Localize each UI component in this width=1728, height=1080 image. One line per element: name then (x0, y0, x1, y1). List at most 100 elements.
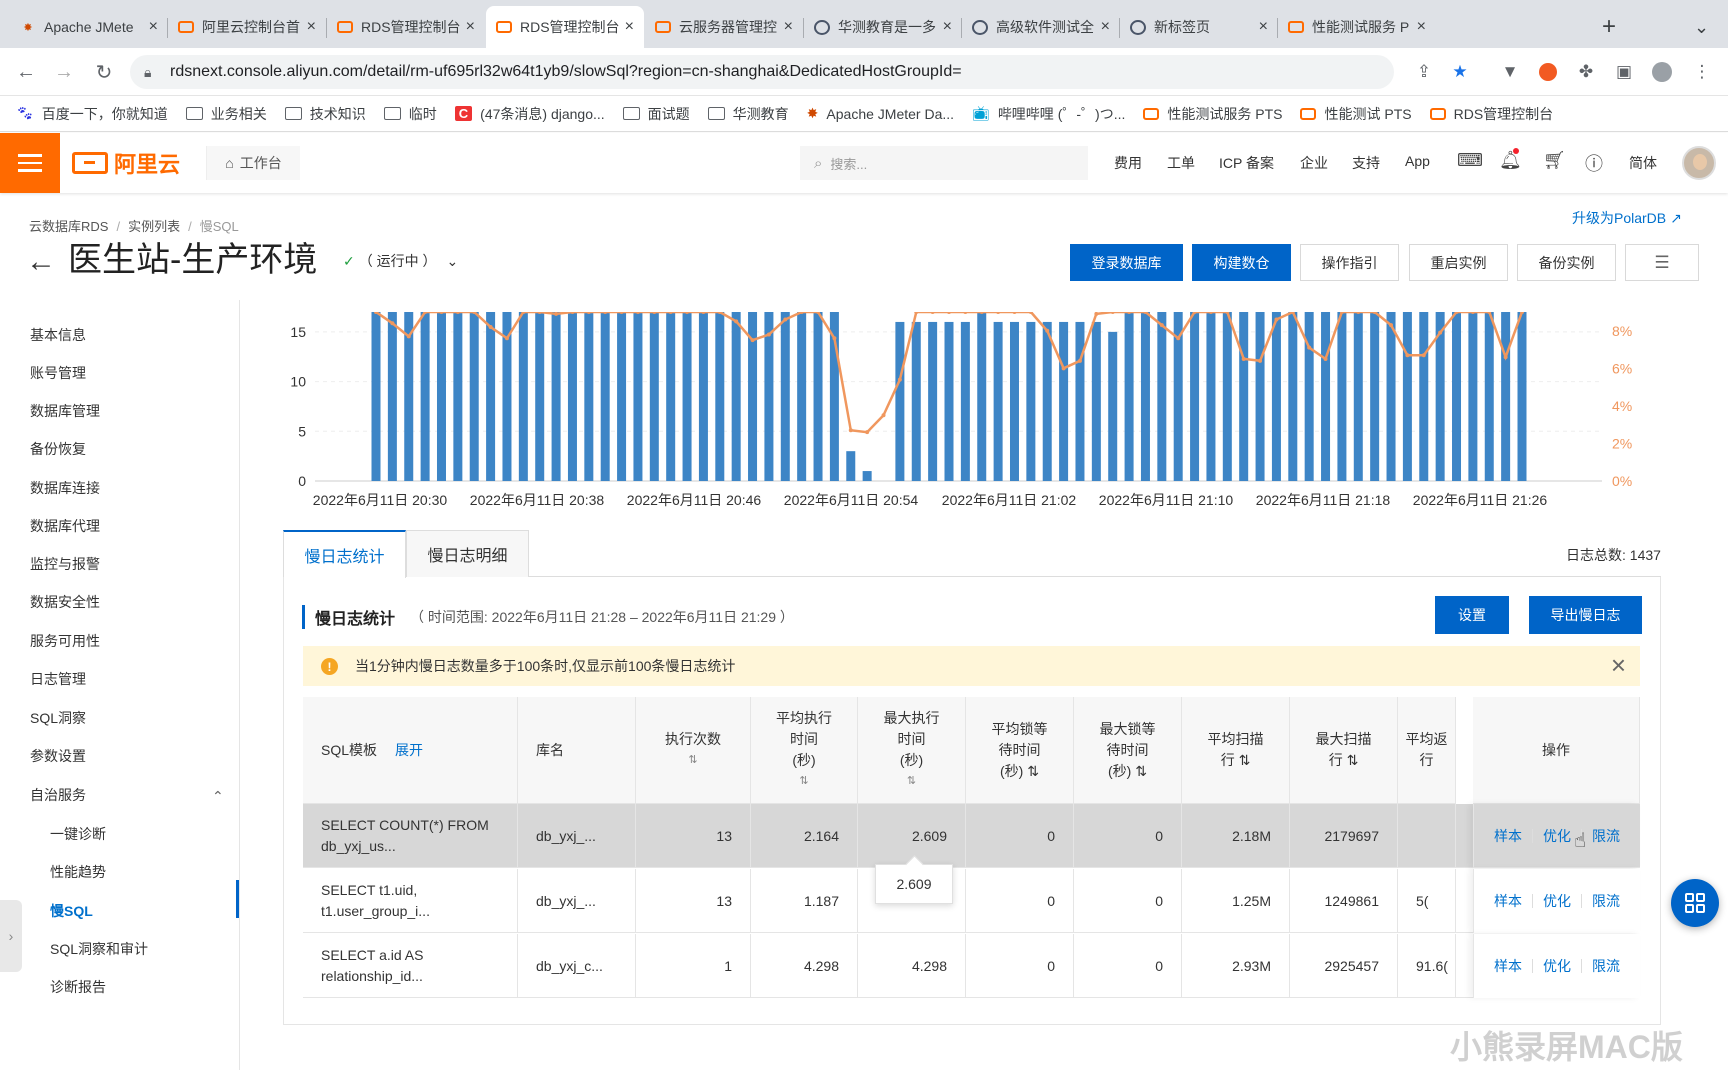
sidebar-item[interactable]: 数据库代理 (30, 516, 100, 536)
bell-icon[interactable]: 🔔︎ (1499, 148, 1522, 171)
sidebar-item[interactable]: SQL洞察 (30, 708, 86, 728)
table-row[interactable]: SELECT t1.uid, t1.user_group_i... db_yxj_… (303, 869, 1640, 933)
table-header[interactable]: 平均返行 (1398, 697, 1456, 804)
sort-icon[interactable]: ⇅ (799, 771, 808, 792)
table-header[interactable]: 平均扫描行 ⇅ (1182, 697, 1290, 804)
optimize-link[interactable]: 优化 (1543, 826, 1571, 847)
close-tab-icon[interactable]: × (149, 18, 158, 36)
address-bar[interactable]: 🔒︎ rdsnext.console.aliyun.com/detail/rm-… (130, 55, 1394, 89)
bookmark-item[interactable]: 📺︎ 哔哩哔哩 (゜-゜)つ... (972, 104, 1125, 124)
tab-slowlog-detail[interactable]: 慢日志明细 (406, 530, 529, 577)
language-switch[interactable]: 简体 (1629, 153, 1657, 173)
login-database-button[interactable]: 登录数据库 (1070, 244, 1183, 281)
bookmark-item[interactable]: ✸ Apache JMeter Da... (807, 105, 954, 122)
browser-tab[interactable]: 云服务器管理控 × (645, 6, 803, 48)
extension-v-icon[interactable]: ▼ (1496, 58, 1524, 86)
throttle-link[interactable]: 限流 (1592, 826, 1620, 847)
browser-tab[interactable]: ✸ Apache JMete × (10, 6, 168, 48)
throttle-link[interactable]: 限流 (1592, 891, 1620, 912)
nav-enterprise[interactable]: 企业 (1300, 153, 1328, 173)
optimize-link[interactable]: 优化 (1543, 891, 1571, 912)
table-row[interactable]: SELECT COUNT(*) FROM db_yxj_us... db_yxj_… (303, 804, 1640, 868)
share-icon[interactable]: ⇪ (1410, 58, 1438, 86)
bookmark-item[interactable]: 面试题 (622, 104, 690, 124)
sidebar-item[interactable]: 基本信息 (30, 325, 86, 345)
bookmark-item[interactable]: 华测教育 (707, 104, 789, 124)
sidebar-subitem[interactable]: 性能趋势 (50, 862, 106, 882)
puzzle-icon[interactable]: ✤ (1572, 58, 1600, 86)
sidebar-item[interactable]: 账号管理 (30, 363, 86, 383)
upgrade-polardb-link[interactable]: 升级为PolarDB ↗ (1572, 208, 1682, 228)
bookmark-item[interactable]: 性能测试服务 PTS (1143, 104, 1282, 124)
sample-link[interactable]: 样本 (1494, 956, 1522, 977)
sidebar-item[interactable]: 参数设置 (30, 746, 86, 766)
table-cell-sql[interactable]: SELECT a.id AS relationship_id... (303, 934, 518, 998)
back-arrow-icon[interactable]: ← (26, 245, 56, 279)
nav-app[interactable]: App (1405, 153, 1430, 169)
close-tab-icon[interactable]: × (1417, 18, 1426, 36)
browser-tab[interactable]: RDS管理控制台 × (327, 6, 485, 48)
restart-instance-button[interactable]: 重启实例 (1409, 244, 1508, 281)
close-icon[interactable]: × (1611, 650, 1626, 681)
sidebar-item[interactable]: 自治服务 (30, 785, 86, 805)
avatar[interactable] (1682, 146, 1716, 180)
table-header[interactable]: 最大扫描行 ⇅ (1290, 697, 1398, 804)
browser-tab[interactable]: 高级软件测试全 × (962, 6, 1120, 48)
profile-icon[interactable] (1648, 58, 1676, 86)
nav-tickets[interactable]: 工单 (1167, 153, 1195, 173)
tab-search-chevron-icon[interactable]: ⌄ (1684, 6, 1714, 48)
nav-support[interactable]: 支持 (1352, 153, 1380, 173)
hamburger-menu-icon[interactable] (0, 133, 60, 193)
aliyun-logo[interactable]: 阿里云 (72, 147, 180, 179)
more-menu-icon[interactable]: ☰ (1625, 244, 1699, 281)
forward-icon[interactable]: → (50, 58, 78, 86)
sidebar-collapse-icon[interactable]: › (0, 900, 22, 972)
expand-link[interactable]: 展开 (395, 742, 423, 758)
sidebar-subitem[interactable]: 诊断报告 (50, 977, 106, 997)
browser-tab[interactable]: 华测教育是一多 × (804, 6, 962, 48)
bookmark-item[interactable]: 临时 (383, 104, 437, 124)
browser-tab[interactable]: RDS管理控制台 × (486, 6, 644, 48)
sidebar-item[interactable]: 备份恢复 (30, 439, 86, 459)
bookmark-star-icon[interactable]: ★ (1446, 58, 1474, 86)
settings-button[interactable]: 设置 (1435, 596, 1509, 634)
sidebar-subitem[interactable]: SQL洞察和审计 (50, 939, 148, 959)
close-tab-icon[interactable]: × (943, 18, 952, 36)
table-row[interactable]: SELECT a.id AS relationship_id... db_yxj_… (303, 934, 1640, 998)
table-header[interactable]: 操作 (1473, 697, 1640, 804)
table-header[interactable]: 最大执行 时间 (秒) ⇅ (858, 697, 966, 804)
search-input[interactable]: ⌕ 搜索... (800, 146, 1088, 180)
sidebar-item[interactable]: 日志管理 (30, 669, 86, 689)
backup-instance-button[interactable]: 备份实例 (1517, 244, 1616, 281)
sidebar-item[interactable]: 数据库连接 (30, 478, 100, 498)
table-cell-sql[interactable]: SELECT t1.uid, t1.user_group_i... (303, 869, 518, 933)
browser-tab[interactable]: 新标签页 × (1120, 6, 1278, 48)
sort-icon[interactable]: ⇅ (907, 771, 916, 792)
guide-button[interactable]: 操作指引 (1300, 244, 1399, 281)
throttle-link[interactable]: 限流 (1592, 956, 1620, 977)
sample-link[interactable]: 样本 (1494, 826, 1522, 847)
browser-menu-icon[interactable]: ⋮ (1688, 58, 1716, 86)
new-tab-icon[interactable]: + (1592, 6, 1628, 48)
sidebar-subitem[interactable]: 慢SQL (50, 901, 93, 921)
close-tab-icon[interactable]: × (1259, 18, 1268, 36)
terminal-icon[interactable]: ⌨ (1457, 150, 1483, 171)
bookmark-item[interactable]: 业务相关 (185, 104, 267, 124)
nav-icp[interactable]: ICP 备案 (1219, 153, 1274, 173)
sidebar-item[interactable]: 监控与报警 (30, 554, 100, 574)
tab-slowlog-stats[interactable]: 慢日志统计 (283, 530, 406, 578)
nav-fees[interactable]: 费用 (1114, 153, 1142, 173)
bookmark-item[interactable]: C (47条消息) django... (454, 104, 605, 124)
workbench-button[interactable]: ⌂ 工作台 (206, 146, 300, 180)
side-panel-icon[interactable]: ▣ (1610, 58, 1638, 86)
extension-orange-icon[interactable] (1534, 58, 1562, 86)
instance-status[interactable]: ✓ （ 运行中 ） ⌄ (343, 251, 458, 271)
build-warehouse-button[interactable]: 构建数仓 (1192, 244, 1291, 281)
sidebar-item[interactable]: 服务可用性 (30, 631, 100, 651)
close-tab-icon[interactable]: × (307, 18, 316, 36)
close-tab-icon[interactable]: × (466, 18, 475, 36)
table-header[interactable]: 平均锁等 待时间 (秒) ⇅ (966, 697, 1074, 804)
close-tab-icon[interactable]: × (625, 18, 634, 36)
reload-icon[interactable]: ↻ (90, 58, 118, 86)
bookmark-item[interactable]: 🐾︎ 百度一下，你就知道 (16, 104, 168, 124)
